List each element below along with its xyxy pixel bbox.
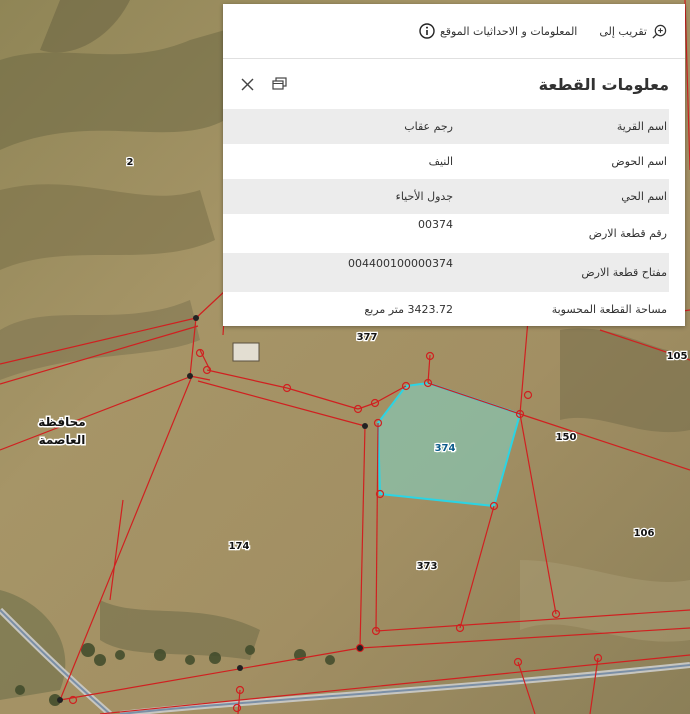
- attribute-value: 004400100000374: [348, 257, 453, 270]
- attribute-key: اسم القرية: [616, 120, 667, 133]
- attributes-table: اسم القرية رجم عقاب اسم الحوض النيف اسم …: [223, 109, 669, 327]
- parcel-label-selected: 374: [435, 443, 456, 454]
- location-info-label: المعلومات و الاحداثيات الموقع: [439, 24, 578, 38]
- zoom-to-action[interactable]: تقريب إلى: [599, 24, 667, 39]
- close-icon: [241, 78, 253, 90]
- parcel-label: 106: [634, 528, 655, 539]
- attribute-key: اسم الحوض: [611, 155, 667, 168]
- info-icon: [419, 23, 435, 39]
- parcel-label: 150: [556, 432, 577, 443]
- table-row: اسم الحوض النيف: [223, 144, 669, 179]
- zoom-in-icon: [652, 24, 667, 39]
- table-row: رقم قطعة الارض 00374: [223, 214, 669, 253]
- table-row: اسم الحي جدول الأحياء: [223, 179, 669, 214]
- attribute-key: مفتاح قطعة الارض: [581, 266, 667, 279]
- table-row: مساحة القطعة المحسوبة 3423.72 متر مربع: [223, 292, 669, 327]
- close-button[interactable]: [239, 76, 255, 92]
- attribute-key: رقم قطعة الارض: [588, 227, 667, 240]
- parcel-label: 2: [127, 157, 134, 168]
- popup-header-buttons: [239, 76, 287, 92]
- attribute-value: رجم عقاب: [404, 120, 453, 133]
- table-row: مفتاح قطعة الارض 004400100000374: [223, 253, 669, 292]
- attribute-value: جدول الأحياء: [395, 190, 453, 203]
- popup-title: معلومات القطعة: [538, 74, 669, 94]
- popup-actions-bar: تقريب إلى المعلومات و الاحداثيات الموقع: [223, 4, 685, 59]
- parcel-label: 174: [229, 541, 250, 552]
- attribute-key: اسم الحي: [621, 190, 667, 203]
- attribute-value: 00374: [418, 218, 453, 231]
- attribute-value: 3423.72 متر مربع: [364, 303, 453, 316]
- dock-icon: [271, 77, 287, 90]
- parcel-label: 373: [417, 561, 438, 572]
- popup-header: معلومات القطعة: [223, 59, 685, 109]
- table-row: اسم القرية رجم عقاب: [223, 109, 669, 144]
- building: [232, 342, 260, 362]
- location-info-action[interactable]: المعلومات و الاحداثيات الموقع: [419, 23, 577, 39]
- attribute-value: النيف: [428, 155, 453, 168]
- zoom-to-label: تقريب إلى: [599, 24, 647, 38]
- parcel-label: 105: [667, 351, 688, 362]
- attribute-key: مساحة القطعة المحسوبة: [551, 303, 667, 316]
- governorate-label: محافظة: [38, 415, 85, 429]
- parcel-info-popup: تقريب إلى المعلومات و الاحداثيات الموقع …: [223, 4, 685, 326]
- dock-button[interactable]: [271, 76, 287, 92]
- governorate-label: العاصمة: [39, 433, 86, 447]
- parcel-label: 377: [357, 332, 378, 343]
